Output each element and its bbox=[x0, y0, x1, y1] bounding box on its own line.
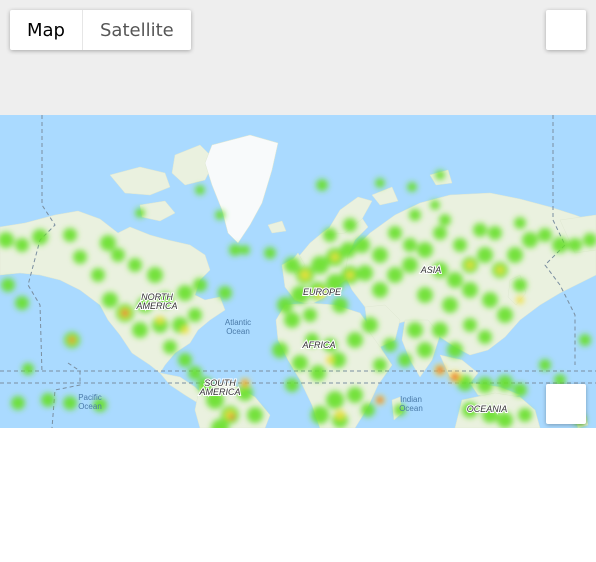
world-map[interactable]: NORTH AMERICA SOUTH AMERICA EUROPE AFRIC… bbox=[0, 115, 596, 428]
satellite-view-button[interactable]: Satellite bbox=[82, 10, 191, 50]
label-atlantic-1: Atlantic bbox=[225, 318, 251, 327]
map-view-button[interactable]: Map bbox=[10, 10, 82, 50]
label-africa: AFRICA bbox=[301, 340, 335, 350]
label-pacific-2: Ocean bbox=[78, 402, 102, 411]
label-oceania: OCEANIA bbox=[467, 404, 508, 414]
label-south-america-2: AMERICA bbox=[198, 387, 240, 397]
label-indian-2: Ocean bbox=[399, 404, 423, 413]
map-type-control: Map Satellite bbox=[10, 10, 191, 50]
zoom-control-button[interactable] bbox=[546, 384, 586, 424]
label-indian-1: Indian bbox=[400, 395, 422, 404]
label-atlantic-2: Ocean bbox=[226, 327, 250, 336]
map-frame[interactable]: Map Satellite NORTH AMERICA SOUTH AMERIC… bbox=[0, 0, 596, 428]
label-asia: ASIA bbox=[420, 265, 442, 275]
label-north-america-2: AMERICA bbox=[135, 301, 177, 311]
label-pacific-1: Pacific bbox=[78, 393, 102, 402]
label-europe: EUROPE bbox=[303, 287, 342, 297]
fullscreen-button[interactable] bbox=[546, 10, 586, 50]
